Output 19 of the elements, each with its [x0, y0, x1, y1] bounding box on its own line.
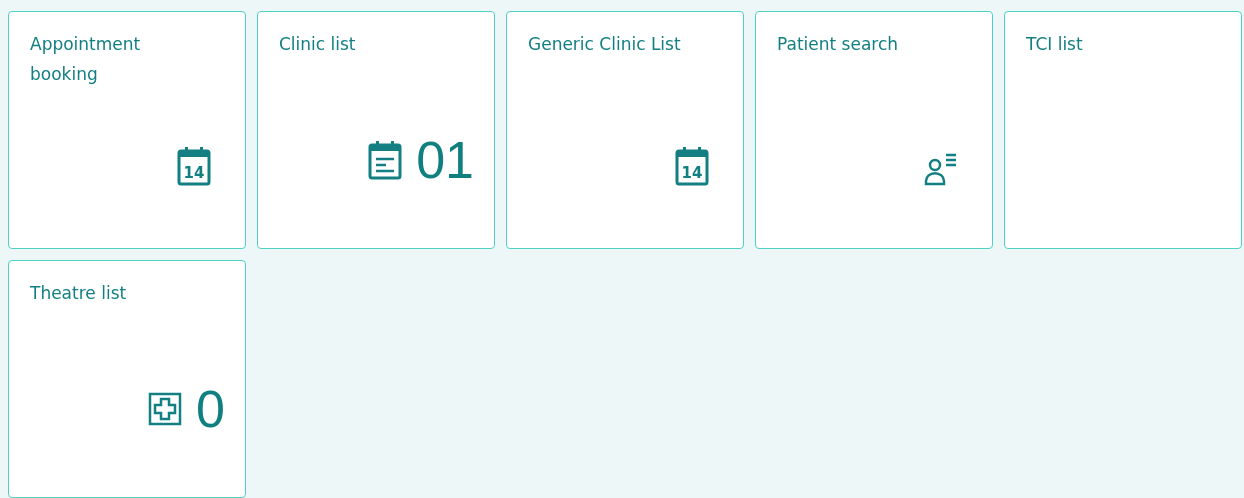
calendar-icon: 14: [675, 146, 709, 186]
tile-card[interactable]: Theatre list 0: [8, 260, 246, 498]
calendar-icon: 14: [177, 146, 211, 186]
tile-title: Appointment booking: [30, 33, 142, 86]
medical-cross-icon: [148, 392, 183, 426]
tile-count: 01: [416, 134, 474, 186]
tile-title: Theatre list: [30, 282, 128, 305]
schedule-icon: [368, 140, 403, 180]
tile-count: 0: [196, 383, 225, 435]
tile-card[interactable]: Clinic list 01: [257, 11, 495, 249]
tile-card[interactable]: Patient search: [755, 11, 993, 249]
tile-card[interactable]: Appointment booking 14: [8, 11, 246, 249]
person-list-icon: [924, 152, 958, 186]
tile-card[interactable]: Generic Clinic List 14: [506, 11, 744, 249]
tile-title: TCI list: [1026, 33, 1084, 56]
tile-title: Clinic list: [279, 33, 357, 56]
tile-title: Generic Clinic List: [528, 33, 682, 56]
tile-title: Patient search: [777, 33, 900, 56]
tile-card[interactable]: TCI list: [1004, 11, 1242, 249]
